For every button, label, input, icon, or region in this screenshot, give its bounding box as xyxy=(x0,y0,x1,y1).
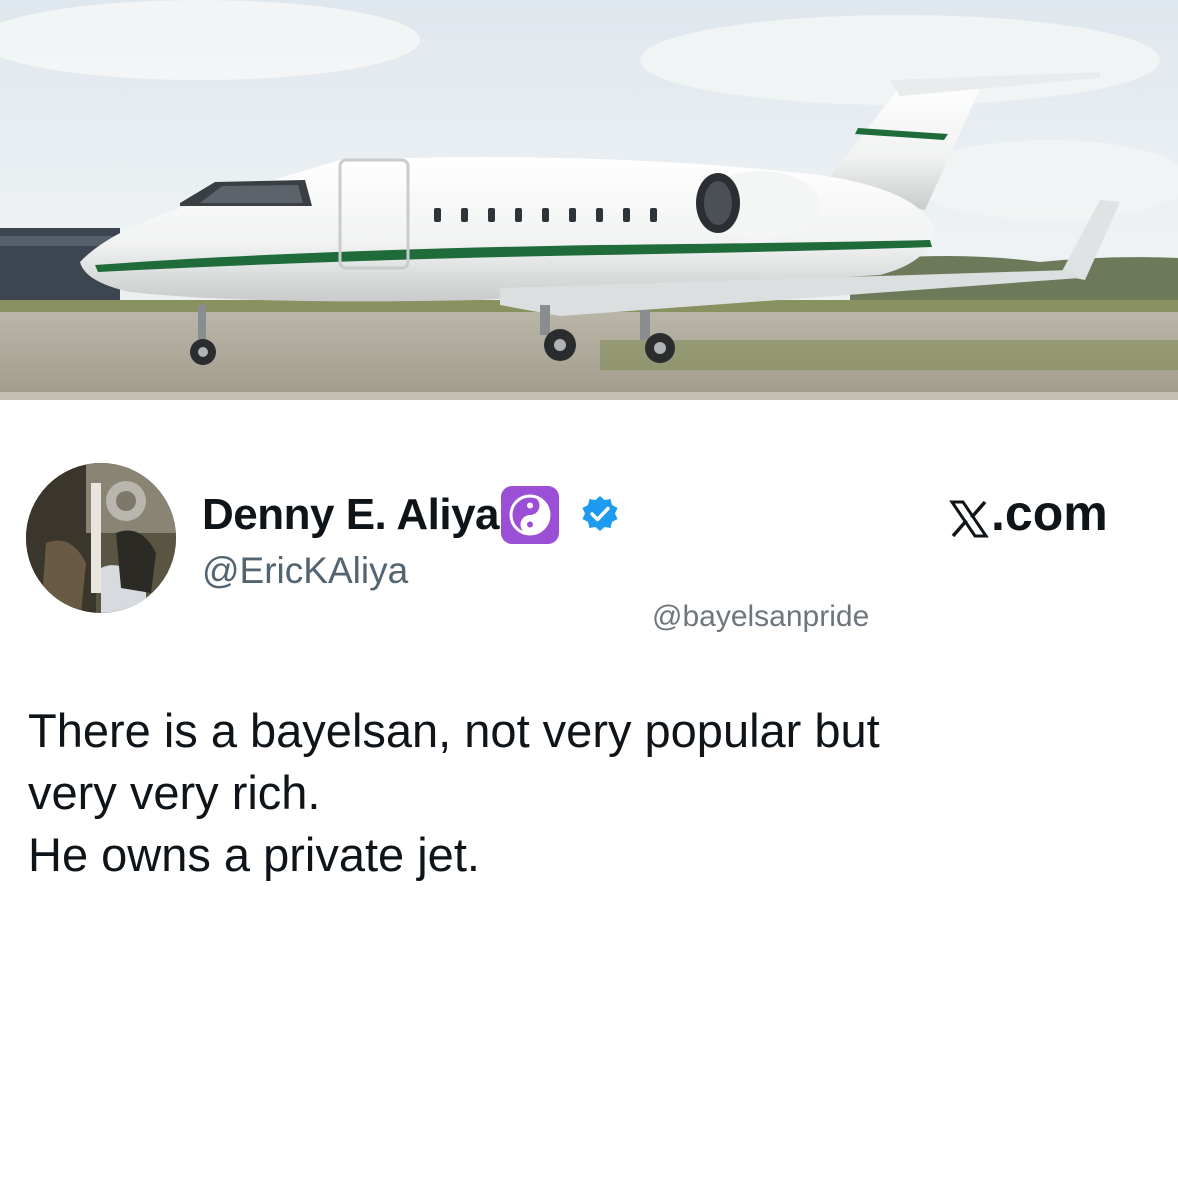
watermark: @bayelsanpride xyxy=(652,600,870,633)
yin-yang-icon xyxy=(501,486,560,544)
post-text-line: very very rich. xyxy=(28,766,321,819)
display-name-row[interactable]: Denny E. Aliya xyxy=(202,486,621,544)
x-logo-icon xyxy=(949,493,989,538)
post-image[interactable] xyxy=(0,0,1178,400)
verified-badge-icon xyxy=(579,494,621,536)
post-text-line: He owns a private jet. xyxy=(28,828,480,881)
source-domain: .com xyxy=(991,485,1108,541)
post-text: There is a bayelsan, not very popular bu… xyxy=(28,700,1148,886)
avatar-photo xyxy=(26,463,176,613)
source-label: .com xyxy=(949,484,1108,542)
post-text-line: There is a bayelsan, not very popular bu… xyxy=(28,704,880,757)
post-card: Denny E. Aliya @EricKAliya .com @bayelsa… xyxy=(0,0,1178,1178)
avatar[interactable] xyxy=(26,463,176,613)
private-jet-photo xyxy=(0,0,1178,400)
display-name[interactable]: Denny E. Aliya xyxy=(202,490,500,540)
user-handle[interactable]: @EricKAliya xyxy=(202,550,408,592)
